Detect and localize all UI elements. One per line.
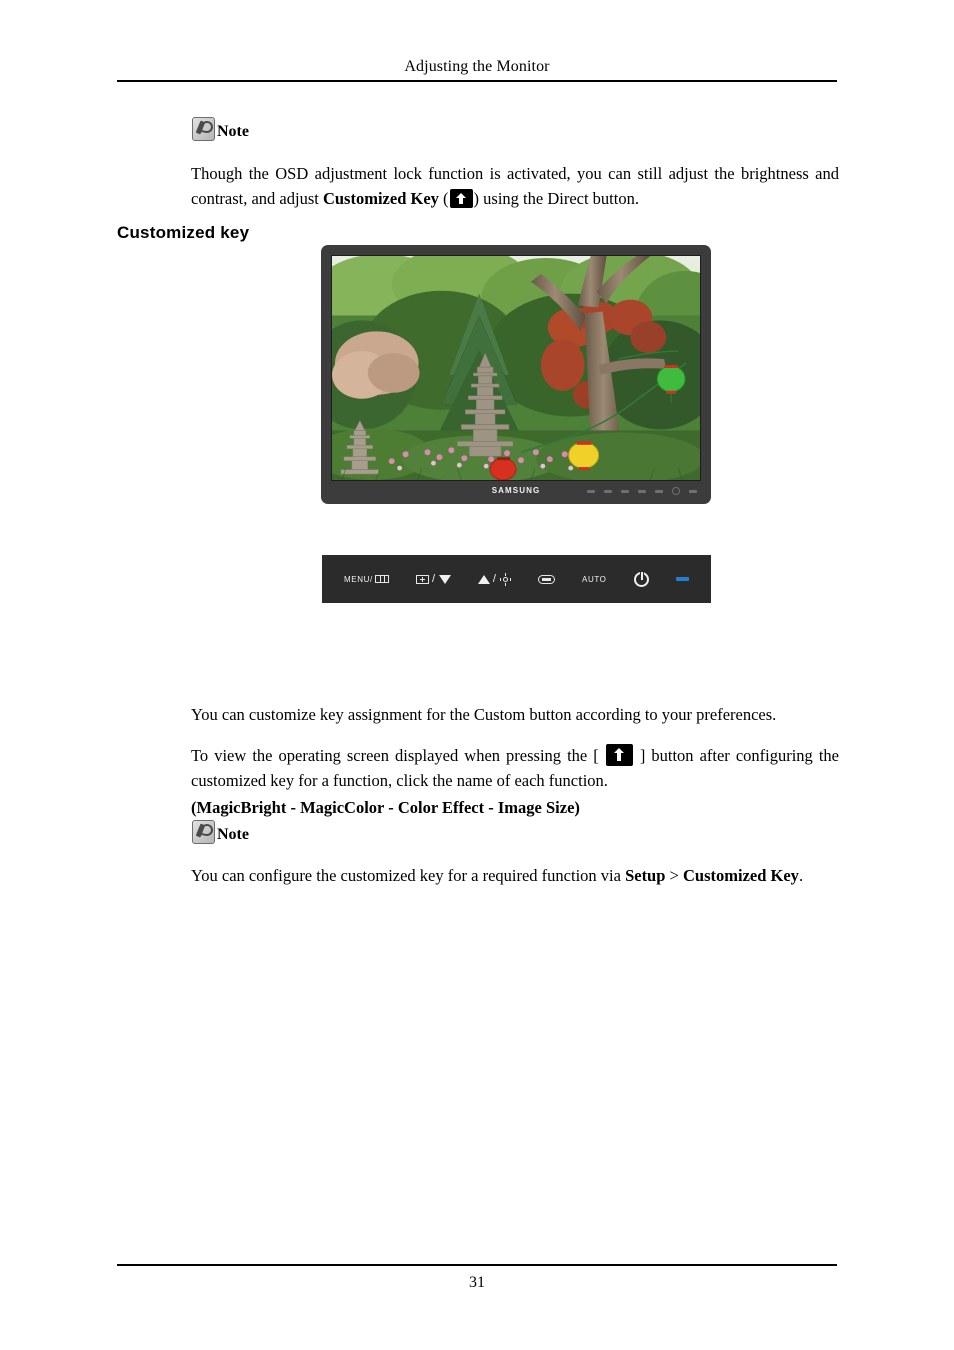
note-bottom-separator: > bbox=[665, 866, 683, 885]
bezel-menu-key[interactable] bbox=[587, 489, 595, 493]
function-image-size[interactable]: Image Size bbox=[498, 798, 575, 817]
bezel-up-key[interactable] bbox=[621, 489, 629, 493]
power-led-indicator-icon bbox=[675, 577, 689, 581]
body-paragraph-2: To view the operating screen displayed w… bbox=[191, 743, 839, 793]
bezel-enter-key[interactable] bbox=[638, 489, 646, 493]
bezel-button-row bbox=[587, 487, 697, 495]
customized-key-icon-inline-1 bbox=[449, 189, 473, 208]
monitor-screen-image bbox=[331, 255, 701, 481]
triangle-up-icon bbox=[477, 574, 490, 584]
monitor-control-strip: MENU/ / / AUTO bbox=[322, 555, 711, 603]
note-label: Note bbox=[217, 123, 249, 140]
note-pencil-icon bbox=[192, 117, 215, 141]
function-separator-2: - bbox=[384, 798, 398, 817]
header-divider bbox=[117, 80, 837, 82]
function-list-close: ) bbox=[574, 798, 580, 817]
bezel-source-key[interactable] bbox=[604, 489, 612, 493]
bezel-auto-key[interactable] bbox=[655, 489, 663, 493]
function-list-line: (MagicBright - MagicColor - Color Effect… bbox=[191, 795, 839, 820]
function-separator-3: - bbox=[484, 798, 498, 817]
page-number: 31 bbox=[469, 1274, 485, 1291]
setup-bold: Setup bbox=[625, 866, 666, 885]
note-bottom-paragraph: You can configure the customized key for… bbox=[191, 863, 839, 888]
function-separator-1: - bbox=[286, 798, 301, 817]
page-header-title: Adjusting the Monitor bbox=[404, 58, 550, 75]
note-block-top: Note bbox=[192, 117, 249, 141]
note-pencil-icon bbox=[192, 820, 215, 844]
triangle-down-icon bbox=[438, 574, 451, 584]
control-led-indicator bbox=[675, 577, 689, 581]
control-menu-label: MENU/ bbox=[344, 574, 373, 584]
note-top-text-2: ( bbox=[438, 189, 449, 208]
control-source-down-button[interactable]: / bbox=[416, 573, 451, 585]
monitor-figure: SAMSUNG bbox=[321, 245, 711, 504]
note-label: Note bbox=[217, 826, 249, 843]
bezel-power-key[interactable] bbox=[672, 487, 680, 495]
control-auto-button[interactable]: AUTO bbox=[582, 575, 606, 584]
bezel-led-indicator bbox=[689, 489, 697, 493]
function-color-effect[interactable]: Color Effect bbox=[398, 798, 484, 817]
note-bottom-period: . bbox=[798, 866, 804, 885]
note-top-paragraph: Though the OSD adjustment lock function … bbox=[191, 161, 839, 211]
menu-bars-icon bbox=[374, 575, 389, 583]
control-power-button[interactable] bbox=[633, 571, 649, 587]
section-heading-customized-key: Customized key bbox=[117, 223, 250, 242]
control-up-brightness-button[interactable]: / bbox=[477, 572, 511, 585]
document-page: Adjusting the Monitor Note Though the OS… bbox=[0, 0, 954, 1350]
body-para2-text-1: To view the operating screen displayed w… bbox=[191, 746, 605, 765]
function-magiccolor[interactable]: MagicColor bbox=[300, 798, 384, 817]
note-bottom-text-1: You can configure the customized key for… bbox=[191, 866, 626, 885]
customized-key-icon-inline-2 bbox=[605, 744, 633, 766]
control-menu-button[interactable]: MENU/ bbox=[344, 575, 389, 584]
control-auto-label: AUTO bbox=[582, 574, 607, 584]
note-block-bottom: Note bbox=[192, 820, 249, 844]
brightness-sun-icon bbox=[500, 572, 511, 585]
customized-key-bold-2: Customized Key bbox=[682, 866, 799, 885]
source-plus-box-icon bbox=[416, 574, 430, 584]
monitor-bottom-bezel: SAMSUNG bbox=[331, 481, 701, 503]
samsung-brand-logo: SAMSUNG bbox=[491, 486, 541, 495]
customized-key-bold-1: Customized Key bbox=[322, 189, 439, 208]
control-separator-1: / bbox=[432, 573, 436, 585]
function-magicbright[interactable]: MagicBright bbox=[197, 798, 287, 817]
enter-oval-icon bbox=[537, 574, 555, 584]
footer-divider bbox=[117, 1264, 837, 1266]
power-icon bbox=[633, 571, 649, 587]
control-separator-2: / bbox=[492, 573, 497, 585]
garden-scene-illustration bbox=[332, 256, 700, 480]
control-enter-button[interactable] bbox=[537, 574, 555, 584]
note-top-text-3: ) using the Direct button. bbox=[473, 189, 639, 208]
body-paragraph-1: You can customize key assignment for the… bbox=[191, 705, 777, 724]
